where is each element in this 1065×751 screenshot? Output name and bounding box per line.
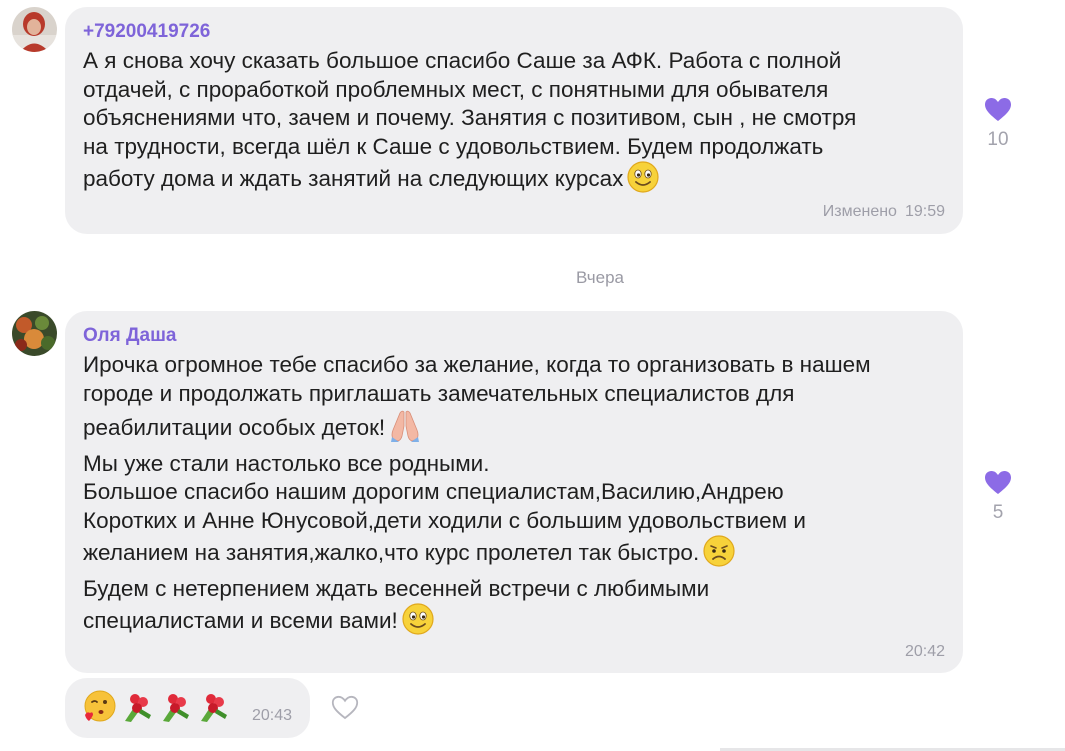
bouquet-emoji [159, 689, 193, 728]
like-count: 5 [992, 502, 1004, 523]
date-separator: Вчера [576, 268, 624, 287]
smile-emoji [402, 603, 434, 643]
like-count: 10 [987, 129, 1009, 150]
bouquet-emoji [121, 689, 155, 728]
sad-face-emoji [703, 535, 735, 575]
edited-label: Изменено [822, 203, 897, 220]
message-meta: 20:42 [905, 643, 945, 661]
emoji-row [83, 689, 231, 728]
like-button[interactable]: 5 [978, 470, 1018, 524]
bouquet-emoji [197, 689, 231, 728]
sender-name[interactable]: Оля Даша [83, 325, 176, 347]
message-bubble[interactable]: Оля Даша Ирочка огромное тебе спасибо за… [65, 311, 963, 673]
message-text: А я снова хочу сказать большое спасибо С… [83, 47, 947, 201]
sender-name[interactable]: +79200419726 [83, 21, 210, 43]
message-time: 20:43 [251, 707, 292, 724]
message-text-body: А я снова хочу сказать большое спасибо С… [83, 48, 857, 191]
message-text-part: Будем с нетерпением ждать весенней встре… [83, 575, 710, 634]
heart-icon [984, 471, 1012, 499]
message-meta: 20:43 [252, 707, 292, 725]
smile-emoji [627, 161, 659, 201]
message-bubble[interactable]: +79200419726 А я снова хочу сказать боль… [65, 7, 963, 234]
sender-avatar[interactable] [12, 311, 57, 356]
message-text-part: Мы уже стали настолько все родными. Боль… [83, 450, 806, 566]
message-time: 19:59 [904, 203, 945, 220]
message-time: 20:42 [904, 643, 945, 660]
message-text: Ирочка огромное тебе спасибо за желание,… [83, 351, 947, 643]
message-meta: Изменено 19:59 [823, 203, 945, 221]
praying-hands-emoji [389, 408, 421, 450]
kiss-face-emoji [83, 689, 117, 728]
like-button[interactable]: 10 [978, 97, 1018, 151]
message-text-part: Ирочка огромное тебе спасибо за желание,… [83, 352, 871, 440]
emoji-message-bubble[interactable]: 20:43 [65, 678, 310, 738]
heart-icon [984, 98, 1012, 126]
heart-outline-icon[interactable] [331, 695, 359, 725]
sender-avatar[interactable] [12, 7, 57, 52]
